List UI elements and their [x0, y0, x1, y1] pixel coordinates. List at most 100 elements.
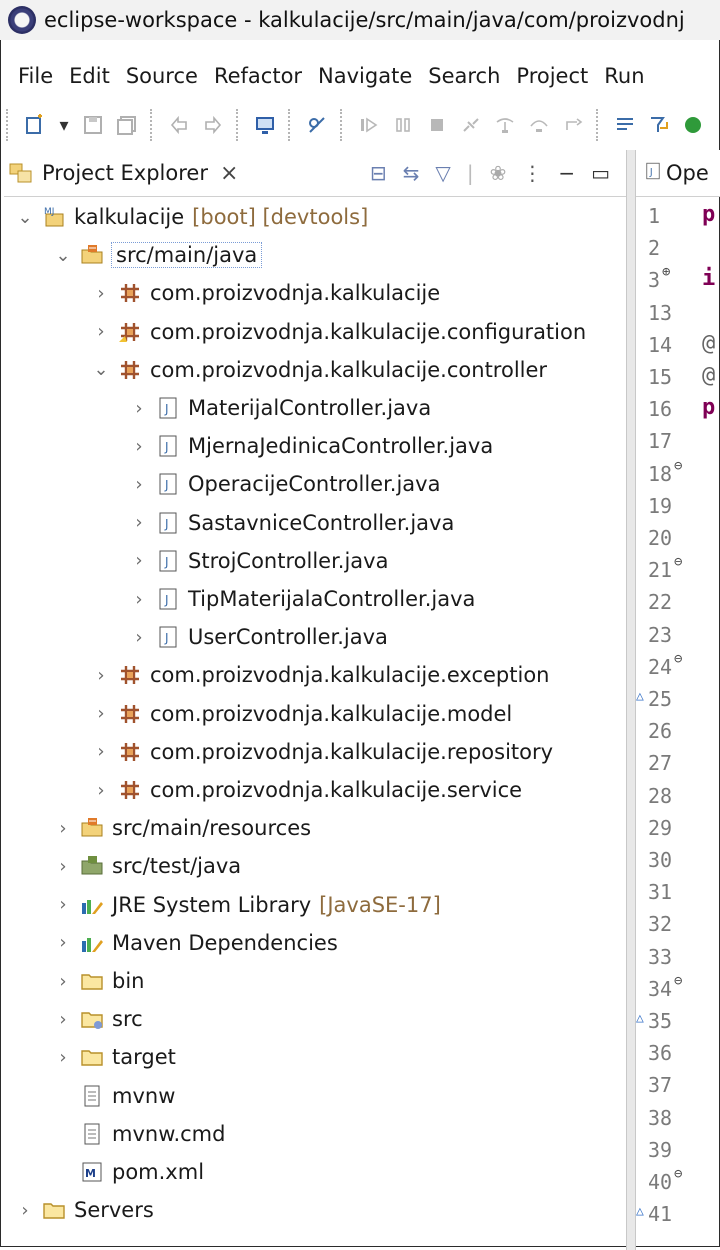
link-with-editor-icon[interactable]: ⇆ — [403, 161, 420, 185]
tree-item[interactable]: › Maven Dependencies — [0, 924, 678, 962]
tree-item-label: com.proizvodnja.kalkulacije.service — [150, 778, 523, 802]
collapse-arrow-icon[interactable]: › — [90, 703, 112, 724]
collapse-arrow-icon[interactable]: › — [90, 741, 112, 762]
undo-edit-icon[interactable] — [167, 113, 191, 137]
tree-item-label: target — [112, 1045, 176, 1070]
tree-item[interactable]: Mpom.xml — [0, 1153, 678, 1191]
java-file-icon: J — [646, 161, 660, 185]
svg-text:MJ: MJ — [44, 207, 54, 217]
toolbar-separator: | — [466, 161, 474, 185]
tree-item[interactable]: ⌄ src/main/java — [0, 236, 678, 274]
step-into-icon[interactable] — [493, 113, 517, 137]
minimize-icon[interactable]: − — [558, 161, 575, 185]
tree-item[interactable]: › src/main/resources — [0, 809, 678, 847]
tree-item[interactable]: ⌄ com.proizvodnja.kalkulacije.controller — [0, 351, 716, 389]
tree-item[interactable]: › com.proizvodnja.kalkulacije.configurati… — [0, 313, 716, 351]
collapse-arrow-icon[interactable]: › — [90, 283, 112, 304]
collapse-arrow-icon[interactable]: › — [52, 1009, 74, 1030]
tree-item[interactable]: › src — [0, 1000, 678, 1038]
save-icon[interactable] — [81, 113, 105, 137]
use-step-filters-icon[interactable] — [647, 113, 671, 137]
collapse-arrow-icon[interactable]: › — [52, 1047, 74, 1068]
tree-item-decoration: [boot] [devtools] — [192, 205, 369, 229]
disconnect-icon[interactable] — [459, 113, 483, 137]
menu-search[interactable]: Search — [422, 64, 506, 88]
expand-arrow-icon[interactable]: ⌄ — [90, 359, 112, 380]
tree-item[interactable]: › J TipMaterijalaController.java — [0, 580, 720, 618]
menu-edit[interactable]: Edit — [63, 64, 116, 88]
tree-item[interactable]: › com.proizvodnja.kalkulacije.repository — [0, 733, 716, 771]
focus-icon[interactable]: ❀ — [490, 161, 507, 185]
java-file-icon: J — [156, 549, 180, 573]
suspend-icon[interactable] — [391, 113, 415, 137]
collapse-arrow-icon[interactable]: › — [128, 589, 150, 610]
step-return-icon[interactable] — [561, 113, 585, 137]
new-icon[interactable] — [23, 113, 47, 137]
tree-item[interactable]: › J OperacijeController.java — [0, 465, 720, 503]
collapse-arrow-icon[interactable]: › — [52, 971, 74, 992]
menu-file[interactable]: File — [12, 64, 59, 88]
tree-item-label: com.proizvodnja.kalkulacije.controller — [150, 357, 548, 382]
collapse-arrow-icon[interactable]: › — [128, 474, 150, 495]
redo-edit-icon[interactable] — [201, 113, 225, 137]
tree-item[interactable]: › com.proizvodnja.kalkulacije.service — [0, 771, 716, 809]
menu-source[interactable]: Source — [120, 64, 204, 88]
collapse-arrow-icon[interactable]: › — [128, 398, 150, 419]
collapse-arrow-icon[interactable]: › — [90, 321, 112, 342]
tree-item[interactable]: › Servers — [0, 1191, 640, 1229]
terminal-icon[interactable] — [253, 113, 277, 137]
folder-icon — [42, 1198, 66, 1222]
collapse-arrow-icon[interactable]: › — [128, 627, 150, 648]
collapse-arrow-icon[interactable]: › — [90, 665, 112, 686]
filter-icon[interactable]: ▽ — [435, 161, 450, 185]
new-dropdown-icon[interactable]: ▾ — [57, 113, 71, 137]
tree-item[interactable]: › J MaterijalController.java — [0, 389, 720, 427]
menu-navigate[interactable]: Navigate — [312, 64, 418, 88]
package-icon — [118, 740, 142, 764]
tree-item[interactable]: › J SastavniceController.java — [0, 504, 720, 542]
tree-item[interactable]: › src/test/java — [0, 847, 678, 885]
tree-item[interactable]: mvnw.cmd — [0, 1115, 678, 1153]
collapse-arrow-icon[interactable]: › — [128, 550, 150, 571]
view-menu-icon[interactable]: ⋮ — [522, 161, 542, 185]
tree-item[interactable]: › com.proizvodnja.kalkulacije.model — [0, 695, 716, 733]
toolbar-separator — [150, 109, 156, 141]
collapse-arrow-icon[interactable]: › — [52, 818, 74, 839]
tree-item[interactable]: › com.proizvodnja.kalkulacije.exception — [0, 656, 716, 694]
tree-item[interactable]: › J MjernaJedinicaController.java — [0, 427, 720, 465]
maximize-icon[interactable]: ▭ — [591, 161, 610, 185]
expand-arrow-icon[interactable]: ⌄ — [52, 245, 74, 266]
menu-project[interactable]: Project — [510, 64, 594, 88]
resume-icon[interactable] — [357, 113, 381, 137]
tree-item[interactable]: ⌄ MJ kalkulacije [boot] [devtools] — [0, 198, 640, 236]
tree-item[interactable]: › bin — [0, 962, 678, 1000]
tree-item[interactable]: › JRE System Library [JavaSE-17] — [0, 886, 678, 924]
tree-item[interactable]: mvnw — [0, 1077, 678, 1115]
collapse-arrow-icon[interactable]: › — [52, 894, 74, 915]
collapse-arrow-icon[interactable]: › — [128, 512, 150, 533]
tree-item[interactable]: › com.proizvodnja.kalkulacije — [0, 274, 716, 312]
project-explorer-tab[interactable]: Project Explorer × — [4, 150, 238, 196]
expand-arrow-icon[interactable]: ⌄ — [14, 207, 36, 228]
tree-item-label: UserController.java — [188, 625, 388, 650]
step-over-icon[interactable] — [527, 113, 551, 137]
run-icon[interactable] — [681, 113, 705, 137]
tree-item[interactable]: › J StrojController.java — [0, 542, 720, 580]
collapse-arrow-icon[interactable]: › — [14, 1200, 36, 1221]
collapse-arrow-icon[interactable]: › — [128, 436, 150, 457]
collapse-arrow-icon[interactable]: › — [90, 780, 112, 801]
tree-item[interactable]: › target — [0, 1038, 678, 1076]
editor-line[interactable]: △ 41 — [636, 1196, 720, 1234]
collapse-arrow-icon[interactable]: › — [52, 856, 74, 877]
tree-item[interactable]: › J UserController.java — [0, 618, 720, 656]
skip-breakpoints-icon[interactable] — [305, 113, 329, 137]
terminate-icon[interactable] — [425, 113, 449, 137]
editor-tab[interactable]: J Ope — [636, 150, 720, 197]
close-icon[interactable]: × — [220, 161, 238, 186]
collapse-all-icon[interactable]: ⊟ — [370, 161, 387, 185]
menu-refactor[interactable]: Refactor — [208, 64, 308, 88]
collapse-arrow-icon[interactable]: › — [52, 932, 74, 953]
menu-run[interactable]: Run — [598, 64, 650, 88]
save-all-icon[interactable] — [115, 113, 139, 137]
drop-to-frame-icon[interactable] — [613, 113, 637, 137]
